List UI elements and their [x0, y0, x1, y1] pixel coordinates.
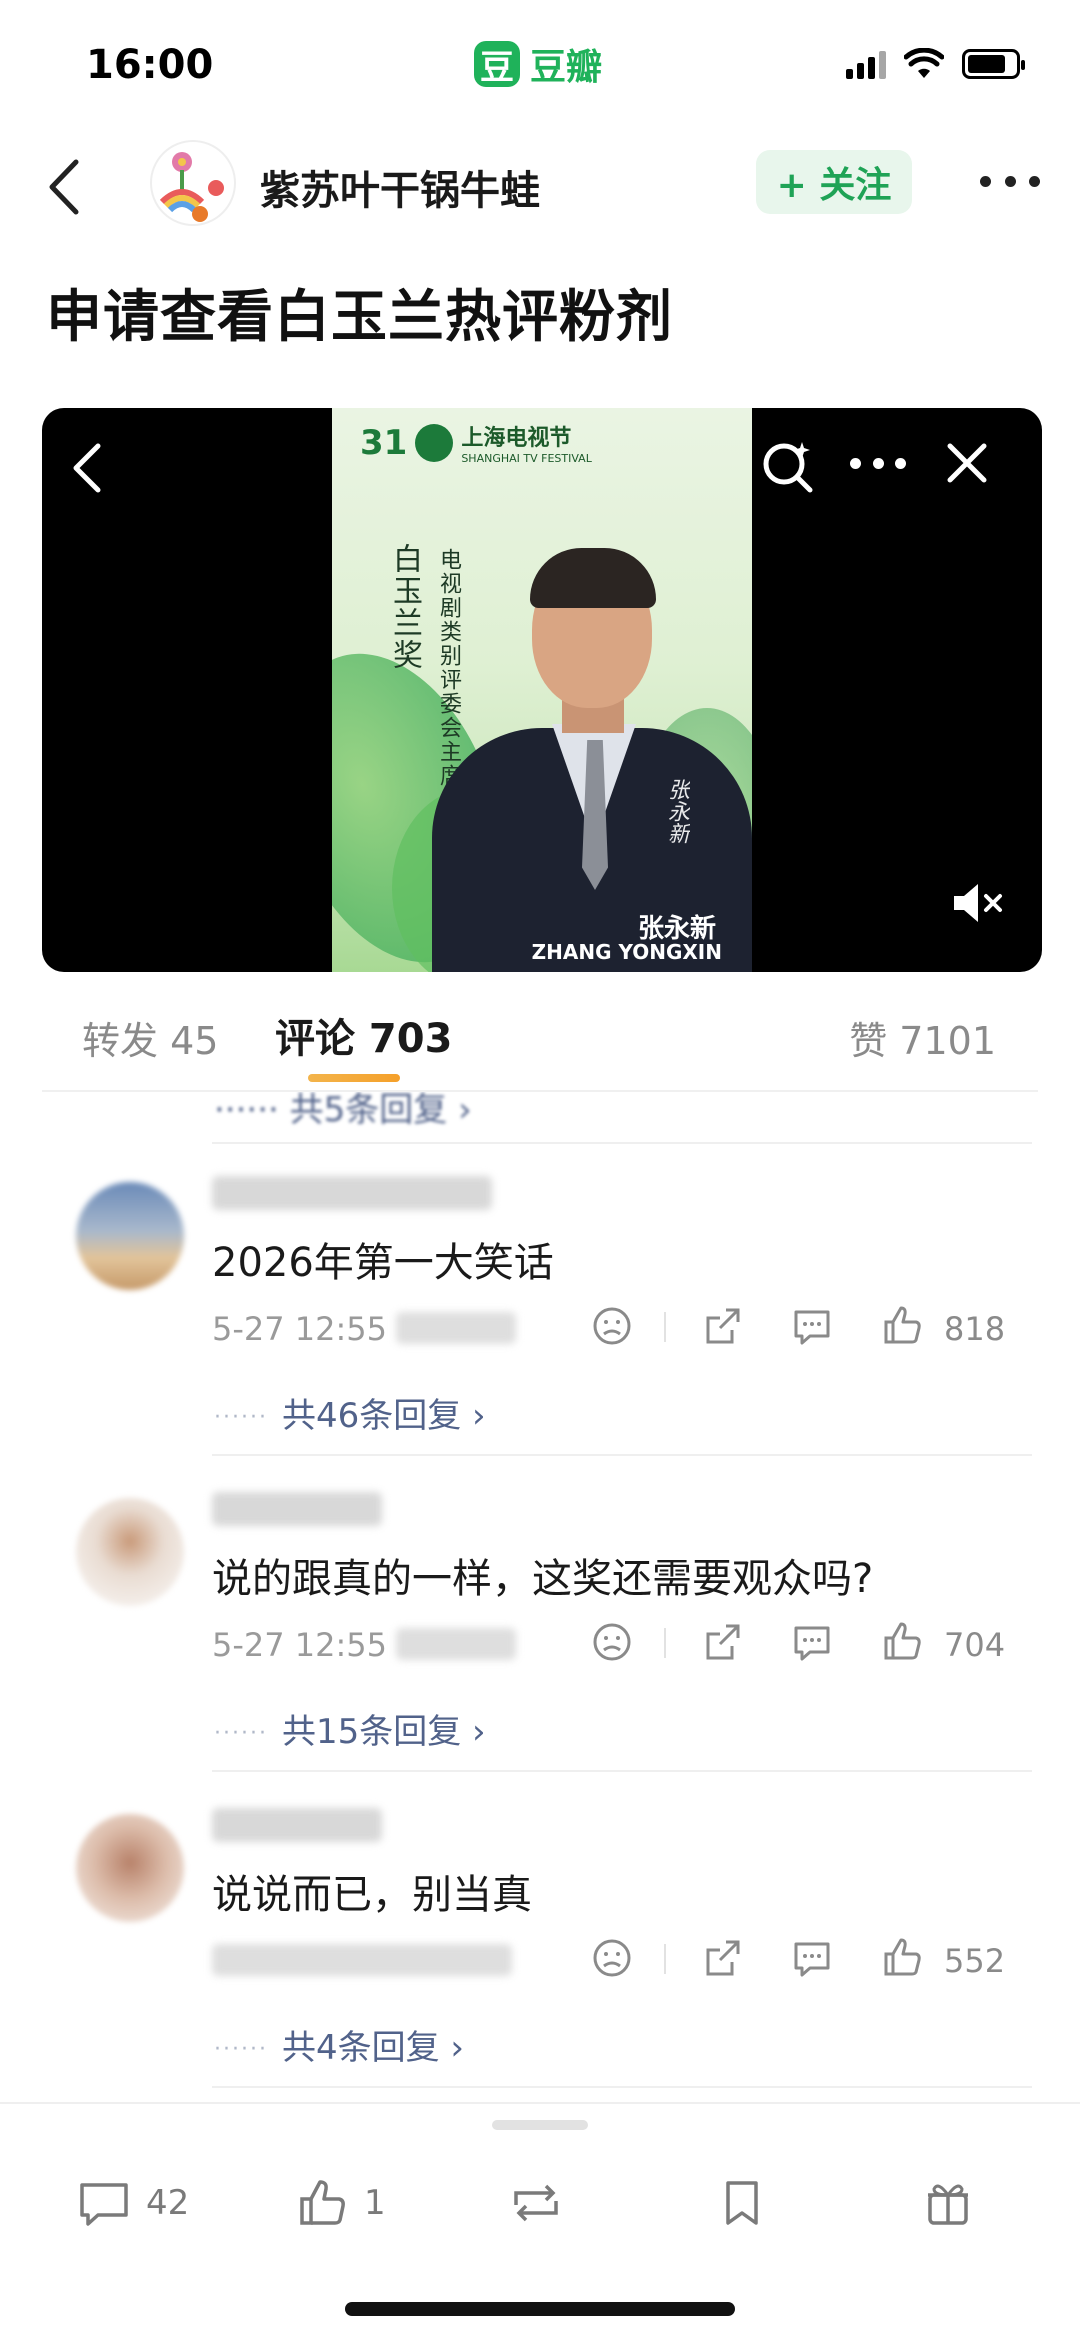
- bookmark-icon: [726, 2181, 758, 2225]
- view-replies-link[interactable]: ······ 共46条回复 ›: [214, 1388, 486, 1437]
- comment-text: 说的跟真的一样，这奖还需要观众吗?: [212, 1556, 874, 1602]
- share-icon[interactable]: [696, 1932, 748, 1984]
- reply-bubble-icon[interactable]: [786, 1932, 838, 1984]
- status-bar: 16:00 豆 豆瓣: [0, 0, 1080, 130]
- festival-seal-icon: [415, 423, 454, 462]
- thumbs-up-icon[interactable]: [876, 1616, 928, 1668]
- close-icon[interactable]: [942, 438, 992, 488]
- douban-logo-icon: 豆: [474, 41, 520, 88]
- comment-action-button[interactable]: 42: [76, 2168, 189, 2238]
- video-more-icon[interactable]: [850, 458, 906, 472]
- row-divider: [212, 1770, 1032, 1772]
- author-name[interactable]: 紫苏叶干锅牛蛙: [260, 158, 540, 216]
- comment-list: ······ 共5条回复 › 2026年第一大笑话 5-27 12:55 818…: [0, 1092, 1080, 2102]
- commenter-name-blurred[interactable]: [212, 1808, 382, 1842]
- comment-actions: 818: [586, 1300, 1006, 1354]
- row-divider: [212, 2086, 1032, 2088]
- view-replies-link[interactable]: ······ 共4条回复 ›: [214, 2020, 464, 2069]
- poster-signature: 张永新: [664, 778, 689, 844]
- comment-item: 说的跟真的一样，这奖还需要观众吗? 5-27 12:55 704 ······ 共…: [0, 1458, 1080, 1770]
- drag-handle[interactable]: [492, 2120, 588, 2130]
- comment-item: 说说而已，别当真 552 ······ 共4条回复 ›: [0, 1774, 1080, 2086]
- like-count: 1: [364, 2183, 386, 2223]
- comment-location-blurred: [396, 1312, 516, 1344]
- view-replies-link[interactable]: ······ 共15条回复 ›: [214, 1704, 486, 1753]
- dislike-face-icon[interactable]: [586, 1932, 638, 1984]
- reply-bubble-icon[interactable]: [786, 1300, 838, 1352]
- like-count: 552: [944, 1942, 1006, 1980]
- mute-icon[interactable]: [948, 878, 1008, 928]
- like-action-button[interactable]: 1: [294, 2168, 386, 2238]
- more-options-icon[interactable]: [980, 166, 1040, 196]
- back-arrow-icon[interactable]: [40, 152, 90, 222]
- comment-actions: 552: [586, 1932, 1006, 1986]
- like-count: 818: [944, 1310, 1006, 1348]
- author-avatar[interactable]: [150, 140, 236, 226]
- video-back-icon[interactable]: [68, 438, 108, 498]
- bottom-action-bar: 42 1: [0, 2102, 1080, 2337]
- app-badge: 豆 豆瓣: [474, 38, 602, 90]
- share-icon[interactable]: [696, 1616, 748, 1668]
- comment-item: 2026年第一大笑话 5-27 12:55 818 ······ 共46条回复 ›: [0, 1142, 1080, 1454]
- gift-action-button[interactable]: [920, 2168, 976, 2238]
- home-indicator: [345, 2302, 735, 2316]
- repost-action-button[interactable]: [508, 2168, 564, 2238]
- video-player[interactable]: 31 上海电视节 SHANGHAI TV FESTIVAL 白玉兰奖 电视剧类别…: [42, 408, 1042, 972]
- comment-text: 说说而已，别当真: [212, 1872, 532, 1918]
- comment-actions: 704: [586, 1616, 1006, 1670]
- comment-location-blurred: [212, 1944, 512, 1976]
- poster-name-en: ZHANG YONGXIN: [531, 940, 722, 964]
- row-divider: [212, 1454, 1032, 1456]
- partial-reply-link[interactable]: ······ 共5条回复 ›: [214, 1092, 472, 1131]
- commenter-name-blurred[interactable]: [212, 1176, 492, 1210]
- like-count: 704: [944, 1626, 1006, 1664]
- comment-time: 5-27 12:55: [212, 1626, 388, 1664]
- tab-like[interactable]: 赞 7101: [849, 1010, 996, 1065]
- app-name: 豆瓣: [530, 47, 603, 88]
- commenter-avatar[interactable]: [76, 1498, 184, 1606]
- comment-text: 2026年第一大笑话: [212, 1240, 554, 1286]
- bookmark-action-button[interactable]: [714, 2168, 770, 2238]
- commenter-avatar[interactable]: [76, 1182, 184, 1290]
- reply-bubble-icon[interactable]: [786, 1616, 838, 1668]
- thumbs-up-icon: [300, 2180, 345, 2225]
- gift-icon: [928, 2184, 968, 2225]
- repost-icon: [514, 2184, 558, 2222]
- tab-repost[interactable]: 转发 45: [82, 1010, 218, 1065]
- system-icons: [846, 48, 1025, 80]
- cellular-signal-icon: [846, 49, 886, 79]
- thumbs-up-icon[interactable]: [876, 1932, 928, 1984]
- share-icon[interactable]: [696, 1300, 748, 1352]
- flower-avatar-icon: [159, 152, 224, 222]
- festival-logo: 31 上海电视节 SHANGHAI TV FESTIVAL: [360, 422, 592, 466]
- interaction-tabs: 转发 45 评论 703 赞 7101: [0, 990, 1080, 1100]
- commenter-name-blurred[interactable]: [212, 1492, 382, 1526]
- video-poster: 31 上海电视节 SHANGHAI TV FESTIVAL 白玉兰奖 电视剧类别…: [332, 408, 752, 972]
- active-tab-indicator: [308, 1074, 400, 1082]
- post-header: 紫苏叶干锅牛蛙 + 关注: [0, 130, 1080, 250]
- comment-location-blurred: [396, 1628, 516, 1660]
- post-title: 申请查看白玉兰热评粉剂: [46, 285, 673, 350]
- status-time: 16:00: [86, 42, 214, 88]
- dislike-face-icon[interactable]: [586, 1616, 638, 1668]
- comment-bubble-icon: [80, 2183, 128, 2226]
- dislike-face-icon[interactable]: [586, 1300, 638, 1352]
- wifi-icon: [904, 48, 944, 78]
- commenter-avatar[interactable]: [76, 1814, 184, 1922]
- battery-icon: [962, 49, 1025, 79]
- comment-count: 42: [146, 2183, 190, 2223]
- image-search-icon[interactable]: [758, 436, 818, 496]
- portrait-photo: [412, 488, 752, 972]
- thumbs-up-icon[interactable]: [876, 1300, 928, 1352]
- tab-comment[interactable]: 评论 703: [275, 1006, 452, 1064]
- comment-time: 5-27 12:55: [212, 1310, 388, 1348]
- follow-button[interactable]: + 关注: [756, 150, 912, 214]
